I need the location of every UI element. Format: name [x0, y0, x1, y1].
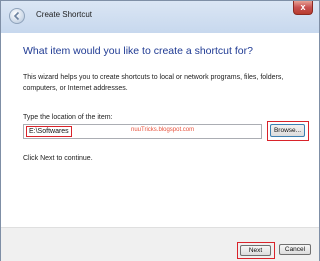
browse-highlight: Browse...	[267, 121, 309, 141]
back-button[interactable]	[9, 8, 25, 24]
cancel-button[interactable]: Cancel	[279, 244, 311, 255]
close-button[interactable]: x	[293, 1, 313, 15]
wizard-content: What item would you like to create a sho…	[1, 33, 319, 227]
back-arrow-icon	[13, 11, 20, 21]
window-title: Create Shortcut	[36, 10, 93, 19]
watermark-text: nuuTricks.blogspot.com	[131, 127, 195, 133]
next-button[interactable]: Next	[240, 245, 271, 256]
wizard-description: This wizard helps you to create shortcut…	[23, 74, 284, 92]
browse-button[interactable]: Browse...	[270, 124, 305, 137]
location-label: Type the location of the item:	[23, 114, 113, 121]
page-heading: What item would you like to create a sho…	[23, 45, 253, 57]
button-bar: Next Cancel	[1, 227, 319, 261]
next-highlight: Next	[237, 242, 275, 259]
continue-instruction: Click Next to continue.	[23, 155, 93, 162]
create-shortcut-window: Create Shortcut x What item would you li…	[0, 0, 320, 261]
location-input-value: E:\Softwares	[26, 126, 72, 137]
title-bar: Create Shortcut x	[1, 1, 319, 33]
